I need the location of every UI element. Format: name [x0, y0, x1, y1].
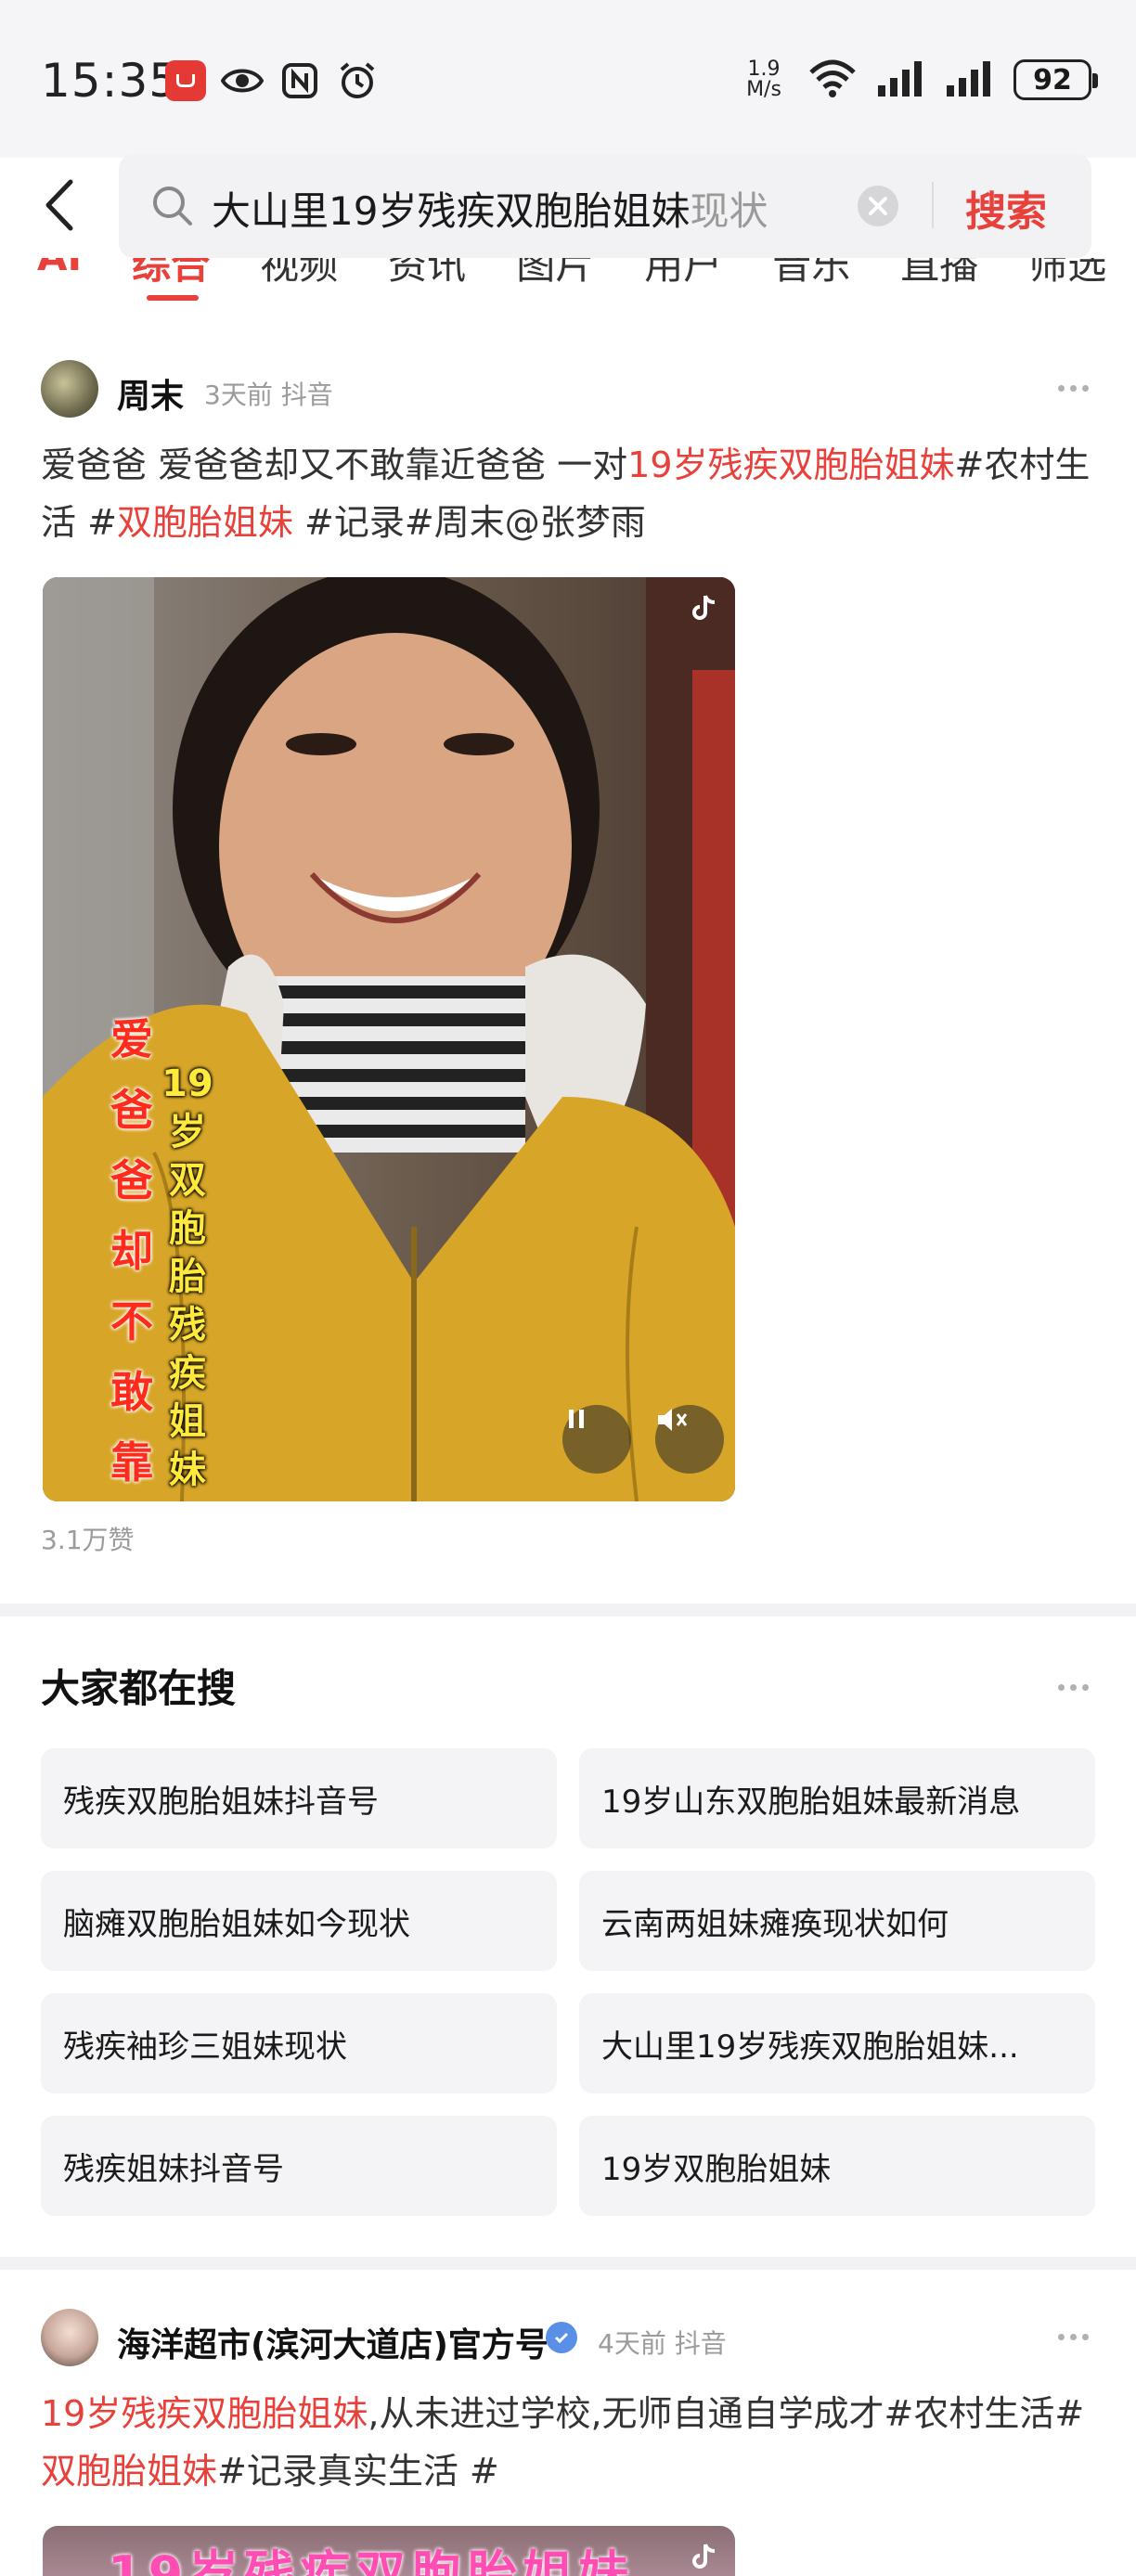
net-speed: 1.9 M/s: [739, 59, 789, 100]
like-count: 3.1万赞: [41, 1525, 135, 1555]
more-options-icon[interactable]: [1058, 379, 1095, 397]
trending-chip[interactable]: 19岁山东双胞胎姐妹最新消息: [579, 1748, 1095, 1848]
battery-icon: 92: [1013, 59, 1098, 100]
caption-highlight: 19岁残疾双胞胎姐妹: [41, 2393, 368, 2434]
verified-badge-icon: [546, 2322, 577, 2353]
tab-users[interactable]: 用户: [644, 258, 722, 290]
signal-icon-2: [945, 59, 995, 100]
clock: 15:35: [41, 54, 180, 108]
caption-highlight: 19岁残疾双胞胎姐妹: [627, 444, 955, 485]
tab-images[interactable]: 图片: [516, 258, 594, 290]
mute-button[interactable]: [655, 1405, 724, 1474]
caption-text: #记录#周末@张梦雨: [292, 502, 646, 543]
huawei-app-icon: [165, 60, 206, 101]
system-icons: 1.9 M/s 92: [739, 58, 1098, 102]
trending-chip[interactable]: 19岁双胞胎姐妹: [579, 2116, 1095, 2216]
pause-button[interactable]: [562, 1405, 631, 1474]
post-caption[interactable]: 爱爸爸 爱爸爸却又不敢靠近爸爸 一对19岁残疾双胞胎姐妹#农村生活 #双胞胎姐妹…: [41, 436, 1099, 551]
more-options-icon[interactable]: [1058, 1678, 1095, 1696]
search-input[interactable]: 大山里19岁残疾双胞胎姐妹现状: [212, 180, 936, 237]
caption-text: ,从未进过学校,无师自通自学成才#农村生活#: [368, 2393, 1085, 2434]
nfc-icon: [278, 59, 321, 102]
more-options-icon[interactable]: [1058, 2327, 1095, 2346]
trending-chip[interactable]: 云南两姐妹瘫痪现状如何: [579, 1871, 1095, 1971]
search-query-overflow: 现状: [690, 188, 768, 234]
post-meta: 3天前 抖音: [204, 380, 333, 410]
net-speed-unit: M/s: [746, 78, 781, 101]
post-caption[interactable]: 19岁残疾双胞胎姐妹,从未进过学校,无师自通自学成才#农村生活# 双胞胎姐妹#记录…: [41, 2385, 1099, 2500]
author-name[interactable]: 周末: [117, 369, 184, 418]
tab-video[interactable]: 视频: [260, 258, 338, 290]
video-overlay-title: 19岁残疾双胞胎姐妹: [108, 2545, 635, 2576]
alarm-icon: [336, 59, 379, 102]
signal-icon: [876, 59, 926, 100]
post-header: 海洋超市(滨河大道店)官方号 4天前 抖音: [41, 2309, 1095, 2368]
trending-title: 大家都在搜: [41, 1666, 237, 1711]
trending-chip[interactable]: 残疾袖珍三姐妹现状: [41, 1993, 557, 2093]
trending-chip[interactable]: 残疾双胞胎姐妹抖音号: [41, 1748, 557, 1848]
tab-ai[interactable]: AI: [37, 258, 82, 290]
tiktok-icon: [689, 592, 720, 624]
caption-text: 爱爸爸 爱爸爸却又不敢靠近爸爸 一对: [41, 444, 628, 485]
active-tab-indicator: [147, 295, 199, 301]
pause-icon: [569, 1410, 584, 1428]
caption-highlight: 双胞胎姐妹: [41, 2451, 218, 2492]
category-tabs: AI 综合 视频 资讯 图片 用户 音乐 直播 筛选: [0, 258, 1136, 304]
post-meta: 4天前 抖音: [598, 2328, 727, 2359]
mute-icon: [658, 1409, 688, 1431]
tab-live[interactable]: 直播: [900, 258, 978, 290]
net-speed-value: 1.9: [747, 58, 781, 81]
search-query: 大山里19岁残疾双胞胎姐妹: [212, 188, 691, 234]
eye-icon: [221, 59, 264, 102]
trending-grid: 残疾双胞胎姐妹抖音号 19岁山东双胞胎姐妹最新消息 脑瘫双胞胎姐妹如今现状 云南…: [41, 1748, 1095, 2216]
search-divider: [932, 182, 934, 228]
tab-filter[interactable]: 筛选: [1028, 258, 1106, 290]
clear-icon[interactable]: [856, 184, 900, 228]
video-player[interactable]: 19岁残疾双胞胎姐妹: [43, 2526, 735, 2576]
back-icon[interactable]: [37, 174, 84, 236]
notification-icons: [165, 59, 379, 102]
tab-news[interactable]: 资讯: [388, 258, 466, 290]
trending-chip[interactable]: 残疾姐妹抖音号: [41, 2116, 557, 2216]
search-bar[interactable]: 大山里19岁残疾双胞胎姐妹现状 搜索: [119, 154, 1091, 258]
status-bar: 15:35 1.9 M/s 92: [0, 0, 1136, 158]
author-name[interactable]: 海洋超市(滨河大道店)官方号: [117, 2318, 549, 2366]
trending-chip[interactable]: 脑瘫双胞胎姐妹如今现状: [41, 1871, 557, 1971]
section-divider: [0, 2257, 1136, 2270]
video-overlay-title: 爱爸爸却不敢靠近: [110, 1014, 153, 1488]
post-header: 周末 3天前 抖音: [41, 360, 1095, 419]
trending-chip[interactable]: 大山里19岁残疾双胞胎姐妹...: [579, 1993, 1095, 2093]
caption-text: #记录真实生活 #: [217, 2451, 499, 2492]
search-icon: [150, 184, 195, 228]
tab-all[interactable]: 综合: [132, 258, 210, 290]
video-overlay-subtitle: 19岁双胞胎残疾姐妹: [161, 1063, 213, 1491]
section-divider: [0, 1604, 1136, 1616]
caption-highlight: 双胞胎姐妹: [116, 502, 293, 543]
wifi-icon: [807, 58, 858, 102]
avatar[interactable]: [41, 360, 98, 418]
search-button[interactable]: 搜索: [965, 178, 1047, 238]
tiktok-icon: [689, 2541, 720, 2572]
tab-music[interactable]: 音乐: [772, 258, 850, 290]
video-player[interactable]: 爱爸爸却不敢靠近 19岁双胞胎残疾姐妹: [43, 577, 735, 1501]
avatar[interactable]: [41, 2309, 98, 2366]
tabs-row: AI 综合 视频 资讯 图片 用户 音乐 直播 筛选: [37, 258, 1106, 290]
